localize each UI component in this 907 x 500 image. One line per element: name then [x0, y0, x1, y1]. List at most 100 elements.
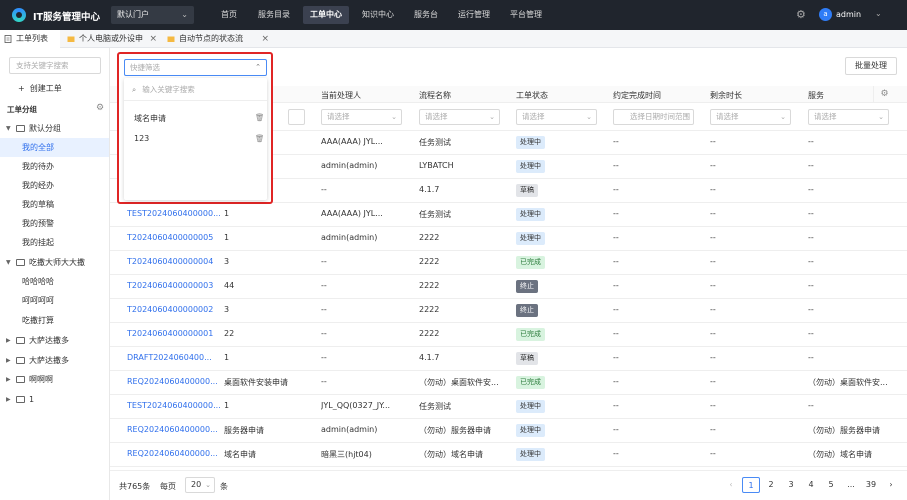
ticket-id-link[interactable]: T2024060400000002	[127, 305, 223, 314]
sidebar-item[interactable]: 哈哈哈哈	[0, 272, 109, 291]
table-row[interactable]: REQ2024060400000... 域名申请 暗黑三(hjt04) （勿动）域名申…	[110, 443, 907, 467]
ticket-id-link[interactable]: REQ2024060400000...	[127, 377, 223, 386]
page-button-4[interactable]: 4	[802, 477, 820, 493]
filter-input[interactable]	[288, 109, 305, 125]
nav-operations[interactable]: 运行管理	[451, 6, 497, 24]
table-row[interactable]: T2024060400000005 1 admin(admin) 2222 -- -- --…	[110, 227, 907, 251]
gear-icon[interactable]: ⚙	[873, 86, 895, 103]
sidebar-item-my-drafts[interactable]: 我的草稿	[0, 195, 109, 214]
filter-handler-select[interactable]: 请选择 ⌄	[321, 109, 402, 125]
portal-select[interactable]: 默认门户 ⌄	[111, 6, 194, 24]
nav-home[interactable]: 首页	[214, 6, 244, 24]
sidebar-item-my-handled[interactable]: 我的经办	[0, 176, 109, 195]
ticket-title: 1	[224, 233, 230, 242]
sidebar-item-my-suspended[interactable]: 我的挂起	[0, 233, 109, 252]
page-button-2[interactable]: 2	[762, 477, 780, 493]
gear-icon[interactable]: ⚙	[96, 103, 104, 113]
table-row[interactable]: T2024060400000002 3 -- 2222 -- -- -- 终止	[110, 299, 907, 323]
quick-filter-select[interactable]: 快捷筛选 ⌃	[124, 59, 267, 76]
process-name: 2222	[419, 329, 440, 338]
filter-due-time-range[interactable]: 选择日期时间范围	[613, 109, 694, 125]
sidebar-item[interactable]: 呵呵呵呵	[0, 291, 109, 310]
process-name: 2222	[419, 257, 440, 266]
quick-filter-highlight: 快捷筛选 ⌃ ⌕ 输入关键字搜索 域名申请 🗑 123 🗑	[117, 52, 273, 204]
filter-process-select[interactable]: 请选择 ⌄	[419, 109, 500, 125]
status-badge: 处理中	[516, 136, 545, 149]
trash-icon[interactable]: 🗑	[255, 134, 265, 143]
gear-icon[interactable]: ⚙	[796, 9, 808, 21]
process-name: （勿动）服务器申请	[419, 426, 491, 435]
ticket-id-link[interactable]: T2024060400000003	[127, 281, 223, 290]
sidebar-search-input[interactable]: 支持关键字搜索	[9, 57, 101, 74]
page-button-1[interactable]: 1	[742, 477, 760, 493]
tab-ticket-list[interactable]: 工单列表	[0, 30, 60, 48]
nav-platform-admin[interactable]: 平台管理	[503, 6, 549, 24]
table-row[interactable]: T2024060400000001 22 -- 2222 -- -- -- 已完成	[110, 323, 907, 347]
page-size-select[interactable]: 20 ⌄	[185, 477, 215, 493]
item-label: 我的经办	[22, 181, 54, 190]
table-row[interactable]: REQ2024060400000... 服务器申请 admin(admin) （勿动）…	[110, 419, 907, 443]
search-icon: ⌕	[132, 85, 137, 94]
table-row[interactable]: TEST2024060400000... 1 AAA(AAA) JYL... 任务测试…	[110, 203, 907, 227]
nav-knowledge-center[interactable]: 知识中心	[355, 6, 401, 24]
tab-auto-node-status-flow[interactable]: 自动节点的状态流 ×	[163, 30, 271, 48]
page-button-3[interactable]: 3	[782, 477, 800, 493]
ticket-id-link[interactable]: REQ2024060400000...	[127, 425, 223, 434]
avatar[interactable]: a	[819, 8, 832, 21]
nav-service-catalog[interactable]: 服务目录	[251, 6, 297, 24]
quick-filter-search-input[interactable]: ⌕ 输入关键字搜索	[132, 84, 195, 95]
table-row[interactable]: TEST2024060400000... 1 JYL_QQ(0327_JY... 任务…	[110, 395, 907, 419]
nav-ticket-center[interactable]: 工单中心	[303, 6, 349, 24]
ticket-id-link[interactable]: T2024060400000005	[127, 233, 223, 242]
sidebar-group-5[interactable]: ▶ 啊啊啊	[0, 370, 109, 389]
sidebar-item-my-all[interactable]: 我的全部	[0, 138, 109, 157]
tab-pc-peripheral-request[interactable]: 个人电脑或外设申 ×	[63, 30, 159, 48]
quick-filter-option[interactable]: 域名申请	[134, 113, 166, 124]
table-row[interactable]: DRAFT2024060400... 1 -- 4.1.7 -- -- -- 草稿	[110, 347, 907, 371]
close-icon[interactable]: ×	[261, 30, 269, 48]
nav-service-desk[interactable]: 服务台	[407, 6, 445, 24]
remaining-time: --	[710, 377, 716, 386]
prev-page-button[interactable]: ‹	[722, 477, 740, 493]
status-badge: 处理中	[516, 208, 545, 221]
username[interactable]: admin	[836, 10, 861, 19]
table-row[interactable]: REQ2024060400000... 桌面软件安装申请 -- （勿动）桌面软件安..…	[110, 371, 907, 395]
ticket-id-link[interactable]: TEST2024060400000...	[127, 209, 223, 218]
next-page-button[interactable]: ›	[882, 477, 900, 493]
close-icon[interactable]: ×	[149, 30, 157, 48]
chevron-down-icon: ⌄	[391, 113, 397, 121]
chevron-down-icon[interactable]: ⌄	[875, 9, 882, 18]
remaining-time: --	[710, 353, 716, 362]
service-name: --	[808, 353, 814, 362]
sidebar-group-4[interactable]: ▶ 大萨达撒多	[0, 351, 109, 370]
trash-icon[interactable]: 🗑	[255, 113, 265, 122]
sidebar-item-my-warnings[interactable]: 我的预警	[0, 214, 109, 233]
sidebar-group-3[interactable]: ▶ 大萨达撒多	[0, 331, 109, 350]
plus-icon: +	[18, 84, 25, 93]
filter-service-select[interactable]: 请选择 ⌄	[808, 109, 889, 125]
page-ellipsis[interactable]: ...	[842, 477, 860, 493]
ticket-id-link[interactable]: T2024060400000001	[127, 329, 223, 338]
sidebar-item-my-todo[interactable]: 我的待办	[0, 157, 109, 176]
quick-filter-option[interactable]: 123	[134, 134, 149, 143]
table-row[interactable]: T2024060400000004 3 -- 2222 -- -- -- 已完成	[110, 251, 907, 275]
sidebar-group-2[interactable]: ▼ 吃撒大师大大撒	[0, 253, 109, 272]
table-row[interactable]: T2024060400000003 44 -- 2222 -- -- -- 终止	[110, 275, 907, 299]
ticket-id-link[interactable]: REQ2024060400000...	[127, 449, 223, 458]
sidebar-group-default[interactable]: ▼ 默认分组	[0, 119, 109, 138]
page-button-39[interactable]: 39	[862, 477, 880, 493]
filter-remaining-select[interactable]: 请选择 ⌄	[710, 109, 791, 125]
ticket-id-link[interactable]: T2024060400000004	[127, 257, 223, 266]
sidebar-group-6[interactable]: ▶ 1	[0, 390, 109, 409]
filter-status-select[interactable]: 请选择 ⌄	[516, 109, 597, 125]
ticket-id-link[interactable]: TEST2024060400000...	[127, 401, 223, 410]
ticket-title: 1	[224, 209, 230, 218]
process-name: 任务测试	[419, 138, 451, 147]
ticket-id-link[interactable]: DRAFT2024060400...	[127, 353, 223, 362]
caret-down-icon: ▼	[6, 125, 11, 132]
create-ticket-button[interactable]: + 创建工单	[18, 83, 62, 94]
sidebar-item[interactable]: 吃撒打算	[0, 311, 109, 330]
batch-process-button[interactable]: 批量处理	[845, 57, 897, 75]
group-label: 吃撒大师大大撒	[29, 258, 85, 267]
page-button-5[interactable]: 5	[822, 477, 840, 493]
